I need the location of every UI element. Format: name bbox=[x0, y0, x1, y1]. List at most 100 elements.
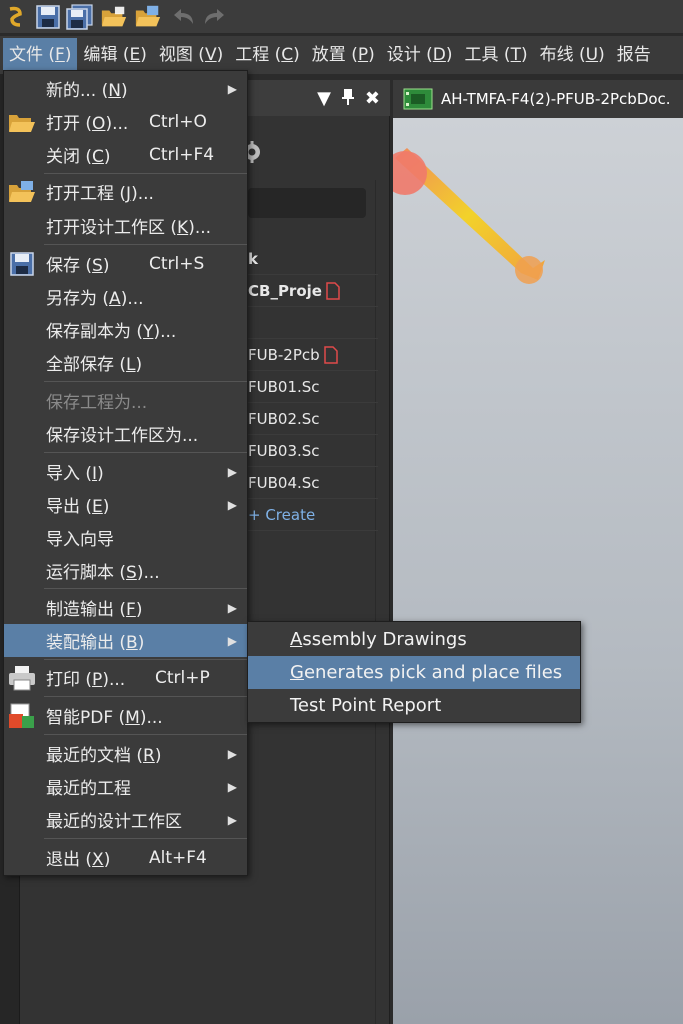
printer-icon bbox=[5, 662, 39, 694]
file-menu: 新的... (N) ▶ 打开 (O)... Ctrl+O 关闭 (C) Ctrl… bbox=[3, 70, 248, 876]
menu-design[interactable]: 设计 (D) bbox=[381, 38, 459, 72]
smart-pdf-icon bbox=[5, 700, 39, 732]
menu-item-import-wizard[interactable]: 导入向导 bbox=[4, 521, 247, 554]
undo-icon[interactable] bbox=[170, 3, 198, 31]
menu-item-label: 保存设计工作区为... bbox=[46, 426, 199, 446]
menu-item-save-copy-as[interactable]: 保存副本为 (Y)... bbox=[4, 313, 247, 346]
menu-item-recent-workspaces[interactable]: 最近的设计工作区 ▶ bbox=[4, 803, 247, 836]
menu-item-save-as[interactable]: 另存为 (A)... bbox=[4, 280, 247, 313]
menu-item-save-all[interactable]: 全部保存 (L) bbox=[4, 346, 247, 379]
menu-item-label: 另存为 (A)... bbox=[46, 289, 144, 309]
menu-separator bbox=[44, 381, 247, 382]
menu-item-assembly-outputs[interactable]: 装配输出 (B) ▶ bbox=[4, 624, 247, 657]
pcb-canvas[interactable] bbox=[393, 118, 683, 1024]
save-icon bbox=[5, 248, 39, 280]
menu-item-label: 运行脚本 (S)... bbox=[46, 563, 160, 583]
open-project-icon bbox=[5, 176, 39, 208]
tree-row[interactable]: FUB02.Sc bbox=[248, 403, 378, 435]
menu-item-close[interactable]: 关闭 (C) Ctrl+F4 bbox=[4, 138, 247, 171]
menu-item-open-workspace[interactable]: 打开设计工作区 (K)... bbox=[4, 209, 247, 242]
project-tree: k CB_Proje FUB-2Pcb FUB01.Sc FUB02.Sc FU… bbox=[248, 243, 378, 531]
menu-item-export[interactable]: 导出 (E) ▶ bbox=[4, 488, 247, 521]
shortcut-label: Ctrl+P bbox=[155, 667, 210, 688]
app-logo-icon[interactable] bbox=[2, 3, 30, 31]
tree-row[interactable]: k bbox=[248, 243, 378, 275]
submenu-item-pick-and-place[interactable]: Generates pick and place files bbox=[248, 656, 580, 689]
pin-icon[interactable] bbox=[341, 88, 355, 111]
menu-view[interactable]: 视图 (V) bbox=[153, 38, 229, 72]
submenu-arrow-icon: ▶ bbox=[227, 464, 237, 479]
menu-separator bbox=[44, 659, 247, 660]
menu-route[interactable]: 布线 (U) bbox=[534, 38, 611, 72]
menu-item-save-workspace-as[interactable]: 保存设计工作区为... bbox=[4, 417, 247, 450]
menu-separator bbox=[44, 588, 247, 589]
menu-item-label: 打开工程 (J)... bbox=[46, 184, 154, 204]
menu-item-print[interactable]: 打印 (P)... Ctrl+P bbox=[4, 661, 247, 694]
menu-item-label: 保存 (S) bbox=[46, 256, 110, 276]
close-panel-icon[interactable]: ✖ bbox=[365, 88, 380, 111]
tree-row[interactable]: FUB-2Pcb bbox=[248, 339, 378, 371]
menu-separator bbox=[44, 173, 247, 174]
menu-item-new[interactable]: 新的... (N) ▶ bbox=[4, 72, 247, 105]
submenu-arrow-icon: ▶ bbox=[227, 497, 237, 512]
menu-project[interactable]: 工程 (C) bbox=[229, 38, 306, 72]
menu-item-label: 关闭 (C) bbox=[46, 147, 111, 167]
create-link[interactable]: + Create bbox=[248, 499, 378, 531]
modified-doc-icon bbox=[326, 281, 340, 300]
open-folder-icon bbox=[5, 106, 39, 138]
menu-item-open-project[interactable]: 打开工程 (J)... bbox=[4, 175, 247, 208]
panel-search-input[interactable] bbox=[248, 188, 366, 218]
tree-row[interactable]: FUB04.Sc bbox=[248, 467, 378, 499]
menu-file[interactable]: 文件 (F) bbox=[3, 38, 78, 72]
menu-separator bbox=[44, 244, 247, 245]
menu-edit[interactable]: 编辑 (E) bbox=[77, 38, 152, 72]
save-icon[interactable] bbox=[34, 3, 62, 31]
menu-item-label: 导出 (E) bbox=[46, 497, 110, 517]
menu-item-label: 装配输出 (B) bbox=[46, 633, 145, 653]
menu-item-label: 最近的工程 bbox=[46, 779, 131, 799]
submenu-item-assembly-drawings[interactable]: Assembly Drawings bbox=[248, 623, 580, 656]
submenu-arrow-icon: ▶ bbox=[227, 633, 237, 648]
panel-menu-icon[interactable]: ▼ bbox=[317, 88, 331, 111]
menu-item-recent-documents[interactable]: 最近的文档 (R) ▶ bbox=[4, 737, 247, 770]
menu-item-label: 最近的文档 (R) bbox=[46, 746, 162, 766]
submenu-arrow-icon: ▶ bbox=[227, 746, 237, 761]
menu-item-label: 打印 (P)... bbox=[46, 670, 126, 690]
menu-item-label: 打开设计工作区 (K)... bbox=[46, 218, 212, 238]
tree-row[interactable]: FUB01.Sc bbox=[248, 371, 378, 403]
menu-item-open[interactable]: 打开 (O)... Ctrl+O bbox=[4, 105, 247, 138]
menu-item-save[interactable]: 保存 (S) Ctrl+S bbox=[4, 247, 247, 280]
menu-item-smart-pdf[interactable]: 智能PDF (M)... bbox=[4, 699, 247, 732]
assembly-outputs-submenu: Assembly Drawings Generates pick and pla… bbox=[247, 621, 581, 723]
open-project-icon[interactable] bbox=[134, 3, 162, 31]
menu-bar: 文件 (F) 编辑 (E) 视图 (V) 工程 (C) 放置 (P) 设计 (D… bbox=[0, 36, 683, 74]
tree-row[interactable] bbox=[248, 307, 378, 339]
document-tab[interactable]: AH-TMFA-F4(2)-PFUB-2PcbDoc. bbox=[393, 80, 683, 118]
menu-item-fabrication-outputs[interactable]: 制造输出 (F) ▶ bbox=[4, 591, 247, 624]
submenu-arrow-icon: ▶ bbox=[227, 81, 237, 96]
menu-item-recent-projects[interactable]: 最近的工程 ▶ bbox=[4, 770, 247, 803]
menu-item-label: 导入向导 bbox=[46, 530, 114, 550]
open-folder-icon[interactable] bbox=[100, 3, 128, 31]
menu-place[interactable]: 放置 (P) bbox=[306, 38, 381, 72]
document-tab-label: AH-TMFA-F4(2)-PFUB-2PcbDoc. bbox=[441, 90, 671, 108]
menu-item-label: 全部保存 (L) bbox=[46, 355, 143, 375]
menu-separator bbox=[44, 838, 247, 839]
redo-icon[interactable] bbox=[200, 3, 228, 31]
submenu-item-test-point-report[interactable]: Test Point Report bbox=[248, 689, 580, 722]
save-all-icon[interactable] bbox=[66, 3, 94, 31]
canvas-graphic bbox=[393, 148, 545, 284]
shortcut-label: Ctrl+O bbox=[149, 111, 207, 132]
menu-item-run-script[interactable]: 运行脚本 (S)... bbox=[4, 554, 247, 587]
menu-item-import[interactable]: 导入 (I) ▶ bbox=[4, 455, 247, 488]
menu-item-exit[interactable]: 退出 (X) Alt+F4 bbox=[4, 841, 247, 874]
submenu-arrow-icon: ▶ bbox=[227, 779, 237, 794]
menu-item-label: Test Point Report bbox=[290, 695, 442, 716]
menu-reports[interactable]: 报告 bbox=[611, 38, 657, 72]
tree-row[interactable]: CB_Proje bbox=[248, 275, 378, 307]
menu-item-label: 最近的设计工作区 bbox=[46, 812, 182, 832]
tree-row[interactable]: FUB03.Sc bbox=[248, 435, 378, 467]
menu-tools[interactable]: 工具 (T) bbox=[459, 38, 534, 72]
menu-separator bbox=[44, 452, 247, 453]
menu-item-label: 保存工程为... bbox=[46, 393, 148, 413]
